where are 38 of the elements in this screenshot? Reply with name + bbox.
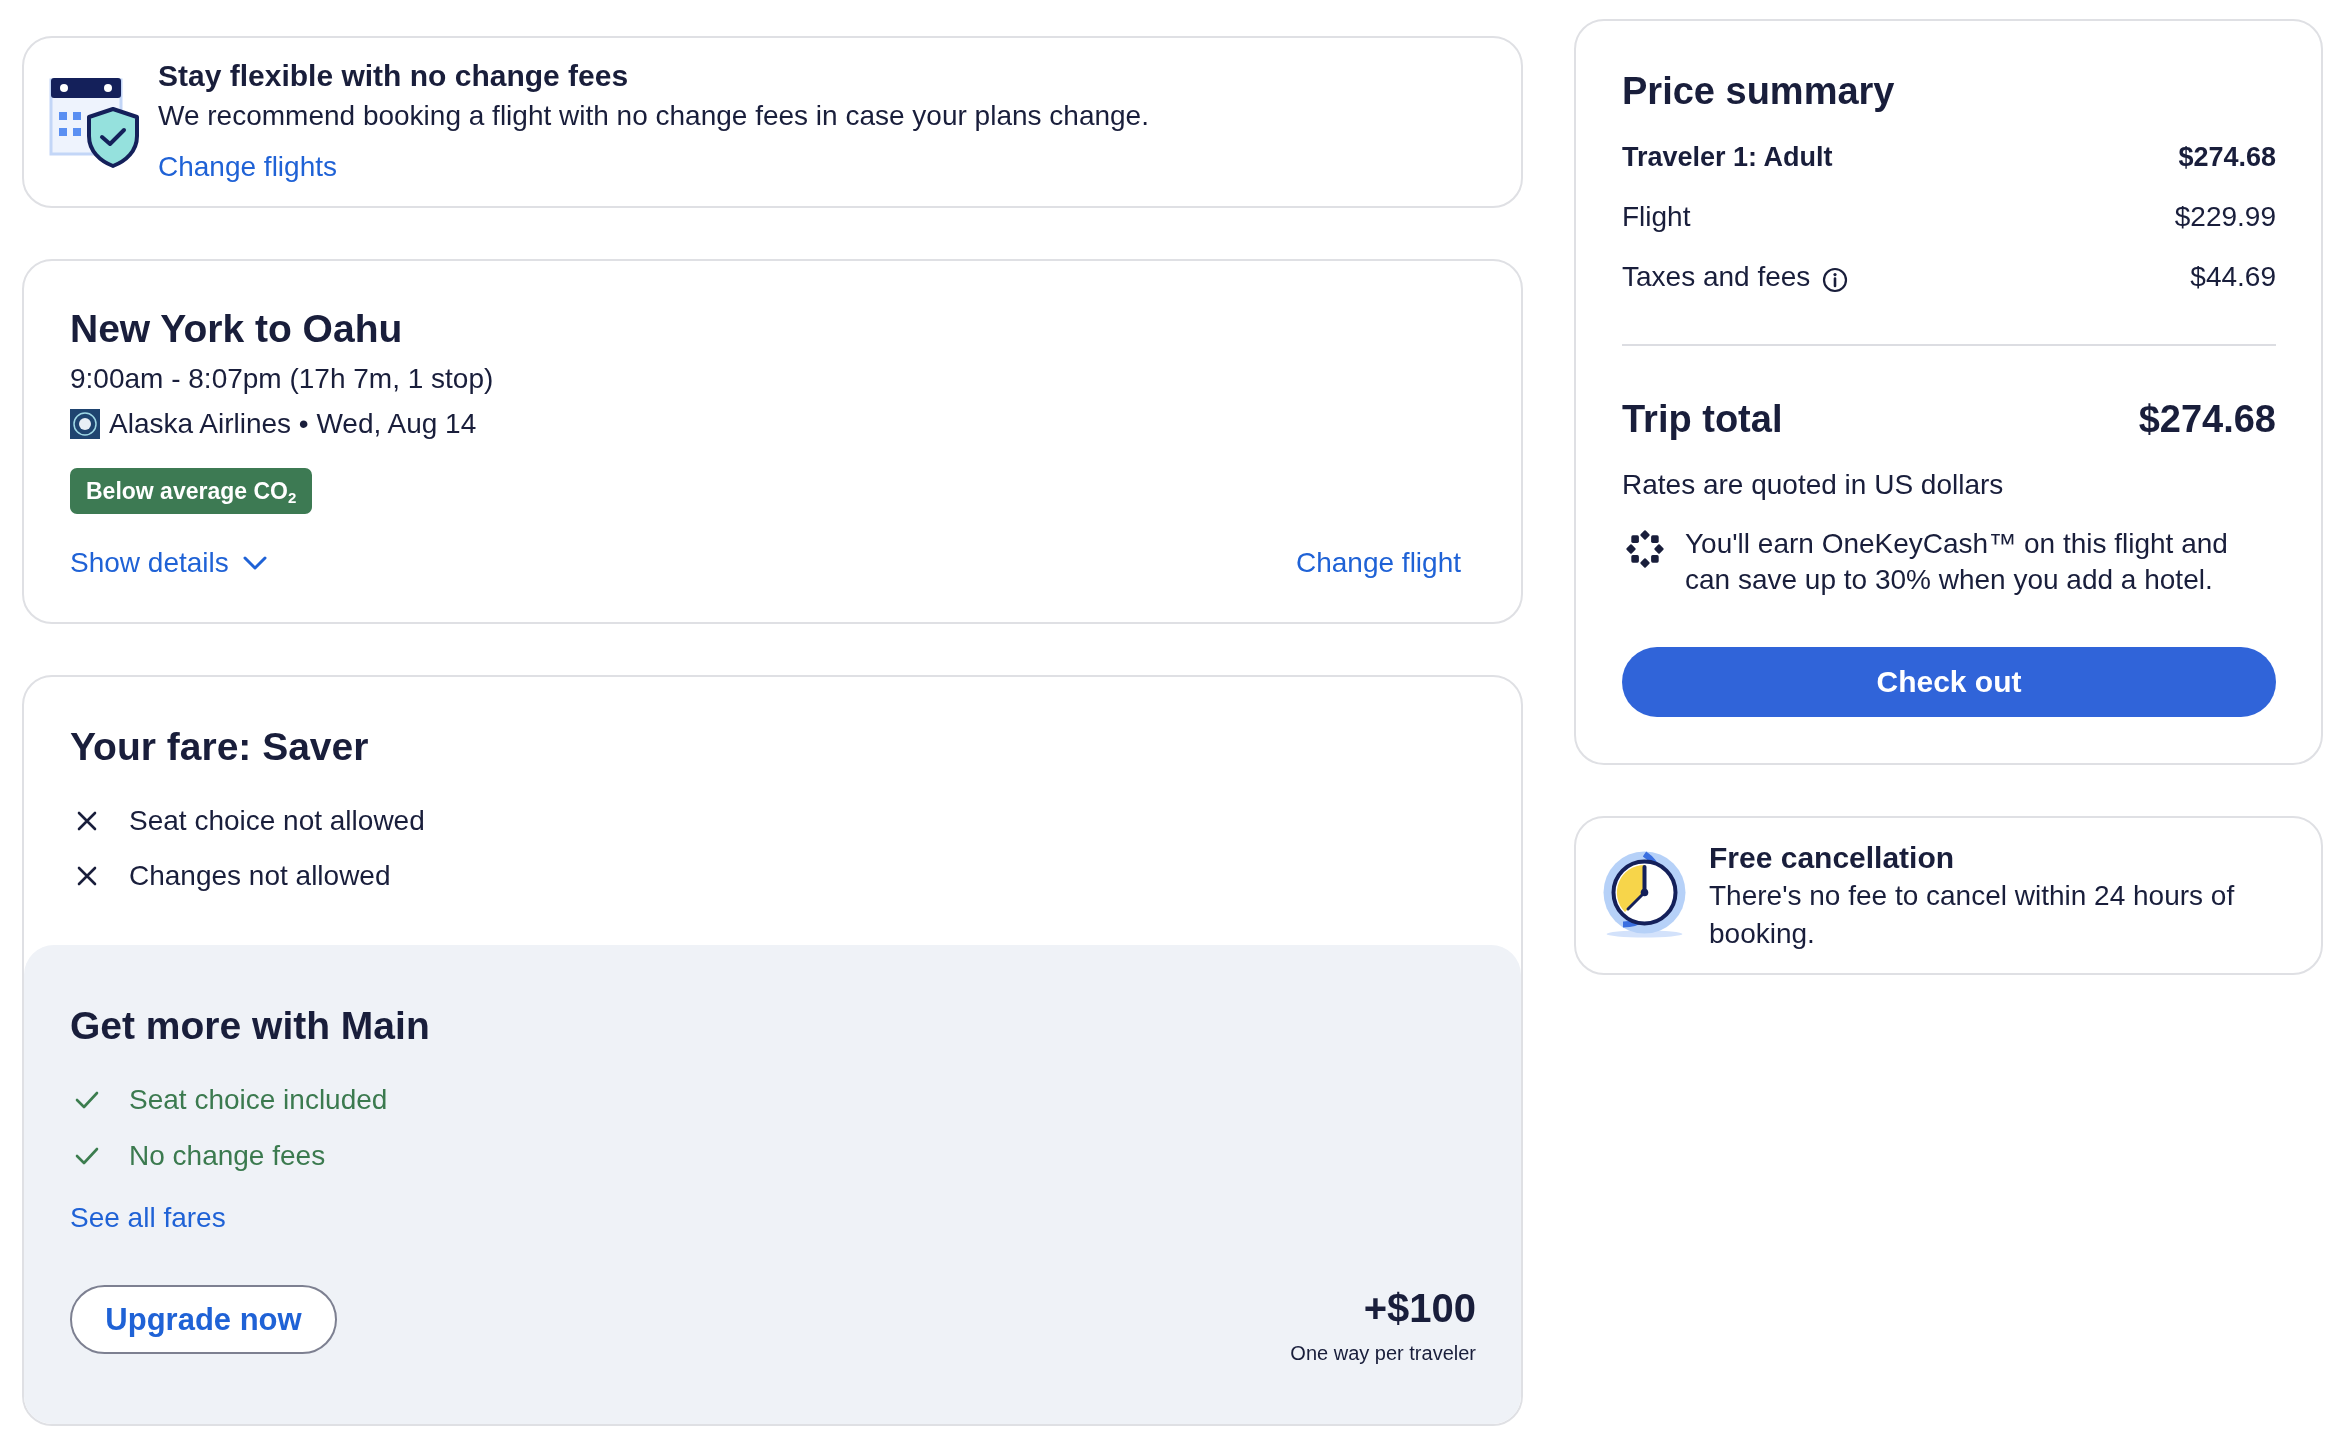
calendar-shield-icon	[49, 76, 142, 168]
flight-times: 9:00am - 8:07pm (17h 7m, 1 stop)	[70, 362, 495, 396]
cancellation-title: Free cancellation	[1709, 840, 1956, 876]
summary-title: Price summary	[1622, 69, 1896, 114]
upsell-title: Get more with Main	[70, 1003, 431, 1049]
price-line-label: Flight	[1622, 200, 1691, 234]
cancellation-message: There's no fee to cancel within 24 hours of booking.	[1709, 879, 2236, 951]
banner-message: We recommend booking a flight with no change fees in case your plans change.	[158, 99, 1149, 133]
see-all-fares-link[interactable]: See all fares	[70, 1198, 226, 1238]
fare-title: Your fare: Saver	[70, 724, 370, 770]
route-title: New York to Oahu	[70, 306, 404, 352]
clock-icon	[1601, 849, 1688, 938]
currency-note: Rates are quoted in US dollars	[1622, 468, 2005, 502]
airline-and-date: Alaska Airlines • Wed, Aug 14	[109, 407, 477, 441]
airline-logo	[70, 409, 100, 439]
check-out-button[interactable]: Check out	[1622, 647, 2276, 717]
co2-badge: Below average CO$_{2}$	[70, 468, 313, 514]
price-note: One way per traveler	[1290, 1341, 1476, 1366]
show-details-link[interactable]: Show details	[70, 543, 267, 583]
dotted-ring-icon	[1625, 529, 1665, 569]
change-flight-link[interactable]: Change flight	[1296, 543, 1461, 583]
price-line-label: Traveler 1: Adult	[1622, 141, 1833, 174]
price-line-amount: $274.68	[2178, 141, 2276, 174]
total-amount: $274.68	[2138, 397, 2276, 442]
upsell-feature: Seat choice included	[129, 1083, 388, 1117]
price-line-label: Taxes and fees	[1622, 260, 1811, 294]
rewards-message: You'll earn OneKeyCash™ on this flight and can save up to 30% when you add a hotel.	[1685, 527, 2229, 597]
upgrade-now-button[interactable]: Upgrade now	[70, 1285, 337, 1354]
upgrade-price: +$100	[1362, 1285, 1476, 1332]
banner-title: Stay flexible with no change fees	[158, 58, 630, 94]
price-line-amount: $229.99	[2174, 200, 2276, 234]
fare-feature: Seat choice not allowed	[129, 804, 425, 838]
fare-feature: Changes not allowed	[129, 859, 391, 893]
price-line-amount: $44.69	[2190, 260, 2276, 294]
change-flights-link[interactable]: Change flights	[158, 147, 337, 187]
info-icon[interactable]	[1822, 267, 1849, 293]
total-label: Trip total	[1622, 397, 1783, 442]
upsell-feature: No change fees	[129, 1139, 326, 1173]
